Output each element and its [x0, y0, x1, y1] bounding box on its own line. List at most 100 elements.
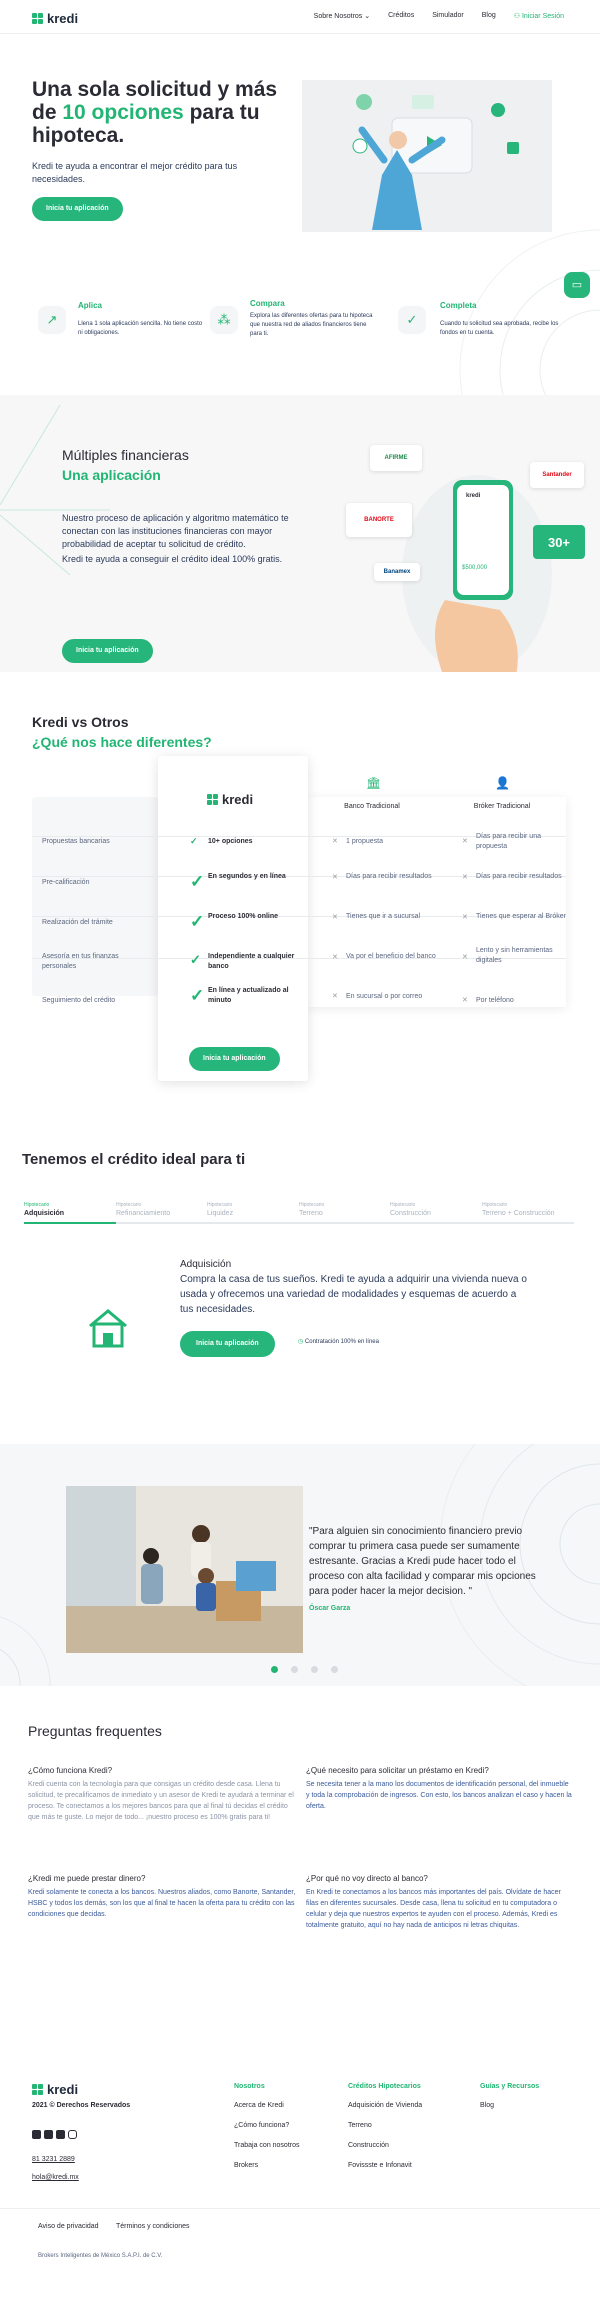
tab-adquisicion[interactable]: Hipotecario Adquisición [24, 1202, 64, 1217]
privacy-link[interactable]: Aviso de privacidad [38, 2223, 99, 2230]
credit-detail-title: Adquisición [180, 1259, 232, 1270]
clock-icon: ◷ [298, 1339, 304, 1345]
hero-title: Una sola solicitud y más de 10 opciones … [32, 78, 278, 147]
faq-answer: Kredi solamente te conecta a los bancos.… [28, 1889, 296, 1918]
tab-construccion[interactable]: Hipotecario Construcción [390, 1202, 431, 1217]
carousel-dot[interactable] [271, 1666, 278, 1673]
footer-phone[interactable]: 81 3231 2889 [32, 2156, 75, 2163]
faq-answer: En Kredi te conectamos a los bancos más … [306, 1889, 561, 1929]
chat-icon: ▭ [571, 279, 583, 291]
carousel-dot[interactable] [331, 1666, 338, 1673]
cross-icon: ✕ [462, 838, 468, 845]
footer-link[interactable]: Fovissste e Infonavit [348, 2161, 422, 2171]
row-label-tramite: Realización del trámite [42, 919, 113, 926]
footer-link[interactable]: ¿Cómo funciona? [234, 2121, 300, 2131]
check-icon: ✓ [190, 872, 205, 891]
bank-count-badge: 30+ [533, 525, 585, 559]
row-label-propuestas: Propuestas bancarias [42, 838, 110, 845]
footer-link[interactable]: Trabaja con nosotros [234, 2141, 300, 2151]
footer-logo[interactable]: kredi [32, 2082, 78, 2097]
phone-brand: kredi [466, 493, 481, 499]
faq-item[interactable]: ¿Por qué no voy directo al banco? En Kre… [306, 1874, 574, 1931]
carousel-dot[interactable] [311, 1666, 318, 1673]
kredi-precalificacion: En segundos y en línea [208, 873, 286, 880]
tab-terreno[interactable]: Hipotecario Terreno [299, 1202, 324, 1217]
company-name: Brokers Inteligentes de México S.A.P.I. … [38, 2253, 163, 2259]
multiples-cta-button[interactable]: Inicia tu aplicación [62, 639, 153, 663]
footer: kredi 2021 © Derechos Reservados 81 3231… [0, 2060, 600, 2268]
compare-cta-button[interactable]: Inicia tu aplicación [189, 1047, 280, 1071]
instagram-icon[interactable] [68, 2130, 77, 2139]
cross-icon: ✕ [332, 914, 338, 921]
hero-section: Una sola solicitud y más de 10 opciones … [0, 0, 600, 400]
kredi-seguimiento: En línea y actualizado al minuto [208, 987, 289, 1004]
faq-answer: Se necesita tener a la mano los document… [306, 1781, 572, 1810]
terms-link[interactable]: Términos y condiciones [116, 2223, 190, 2230]
faq-section: Preguntas frequentes ¿Cómo funciona Kred… [0, 1686, 600, 2032]
chat-button[interactable]: ▭ [564, 272, 590, 298]
cross-icon: ✕ [332, 993, 338, 1000]
broker-person-icon: 👤 [495, 776, 510, 790]
cross-icon: ✕ [462, 997, 468, 1004]
footer-link[interactable]: Blog [480, 2101, 539, 2111]
faq-item[interactable]: ¿Qué necesito para solicitar un préstamo… [306, 1766, 574, 1812]
bank-precalificacion: Días para recibir resultados [346, 873, 432, 880]
family-photo [66, 1486, 303, 1653]
cross-icon: ✕ [332, 874, 338, 881]
tab-liquidez[interactable]: Hipotecario Liquidez [207, 1202, 233, 1217]
kredi-propuestas: 10+ opciones [208, 838, 253, 845]
testimonial-name: Óscar Garza [309, 1605, 351, 1612]
row-label-asesoria: Asesoría en tus finanzas personales [42, 953, 119, 970]
footer-link[interactable]: Brokers [234, 2161, 300, 2171]
faq-question: ¿Qué necesito para solicitar un préstamo… [306, 1766, 489, 1775]
footer-link[interactable]: Acerca de Kredi [234, 2101, 300, 2111]
credit-detail-text: Compra la casa de tus sueños. Kredi te a… [180, 1274, 527, 1315]
compare-others-columns [308, 797, 566, 1007]
tab-refinanciamiento[interactable]: Hipotecario Refinanciamiento [116, 1202, 170, 1217]
footer-col-guias: Guías y Recursos Blog [480, 2083, 540, 2111]
credits-title: Tenemos el crédito ideal para ti [22, 1151, 246, 1168]
logo-mark-icon [207, 794, 218, 805]
step-desc-completa: Cuando tu solicitud sea aprobada, recibe… [440, 321, 559, 336]
hero-illustration [302, 80, 552, 232]
footer-link[interactable]: Terreno [348, 2121, 422, 2131]
check-icon: ✓ [190, 986, 205, 1005]
credits-cta-button[interactable]: Inicia tu aplicación [180, 1331, 275, 1357]
footer-link[interactable]: Construcción [348, 2141, 422, 2151]
footer-col-creditos: Créditos Hipotecarios Adquisición de Viv… [348, 2083, 423, 2171]
compare-title: Kredi vs Otros ¿Qué nos hace diferentes? [32, 714, 212, 750]
check-icon: ✓ [190, 836, 198, 846]
credits-section: Tenemos el crédito ideal para ti Hipotec… [0, 1130, 600, 1450]
broker-asesoria: Lento y sin herramientas digitales [476, 947, 553, 964]
carousel-dot[interactable] [291, 1666, 298, 1673]
faq-question: ¿Por qué no voy directo al banco? [306, 1874, 428, 1883]
facebook-icon[interactable] [56, 2130, 65, 2139]
bank-building-icon: 🏛 [366, 776, 382, 790]
bank-santander: Santander [530, 462, 584, 488]
phone-illustration [435, 480, 518, 672]
multiples-paragraph-1: Nuestro proceso de aplicación y algoritm… [62, 513, 289, 549]
bank-asesoria: Va por el beneficio del banco [346, 953, 436, 960]
bank-propuestas: 1 propuesta [346, 838, 383, 845]
step-title-aplica: Aplica [78, 301, 103, 310]
cross-icon: ✕ [332, 954, 338, 961]
linkedin-icon[interactable] [44, 2130, 53, 2139]
cursor-icon: ↗ [38, 306, 66, 334]
footer-link[interactable]: Adquisición de Vivienda [348, 2101, 422, 2111]
broker-seguimiento: Por teléfono [476, 997, 514, 1004]
step-title-completa: Completa [440, 301, 477, 310]
social-links [32, 2130, 77, 2139]
step-desc-aplica: Llena 1 sola aplicación sencilla. No tie… [78, 321, 203, 336]
kredi-tramite: Proceso 100% online [208, 913, 279, 920]
tab-terreno-construccion[interactable]: Hipotecario Terreno + Construcción [482, 1202, 555, 1217]
cross-icon: ✕ [462, 954, 468, 961]
faq-item[interactable]: ¿Cómo funciona Kredi? Kredi cuenta con l… [28, 1766, 296, 1823]
hero-cta-button[interactable]: Inicia tu aplicación [32, 197, 123, 221]
twitter-icon[interactable] [32, 2130, 41, 2139]
bank-seguimiento: En sucursal o por correo [346, 993, 423, 1000]
faq-item[interactable]: ¿Kredi me puede prestar dinero? Kredi so… [28, 1874, 296, 1920]
col-bank-header: Banco Tradicional [344, 803, 400, 810]
broker-tramite: Tienes que esperar al Bróker [476, 913, 567, 920]
kredi-asesoria: Independiente a cualquier banco [208, 953, 295, 970]
footer-email[interactable]: hola@kredi.mx [32, 2174, 79, 2181]
